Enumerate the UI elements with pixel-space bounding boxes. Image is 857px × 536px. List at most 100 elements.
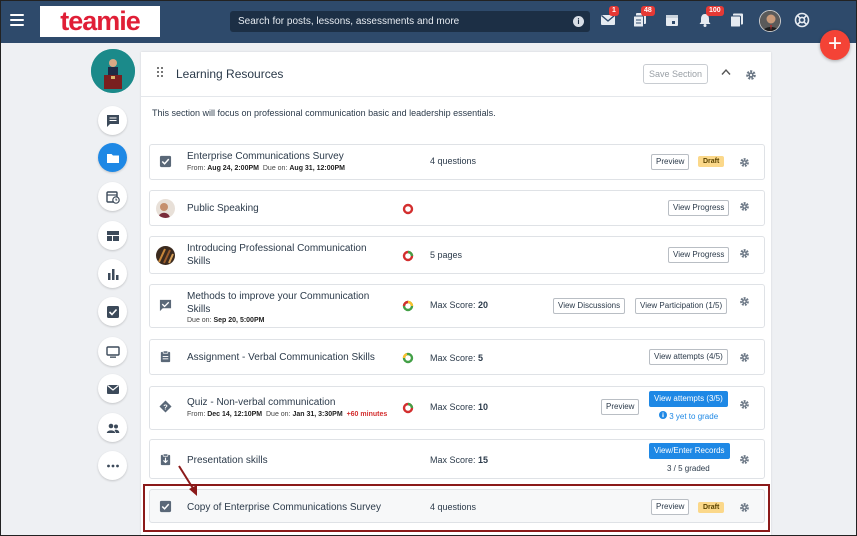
checkbox-icon [159,500,172,516]
resource-row[interactable]: Methods to improve your Communication Ski… [149,284,765,328]
sidebar-dashboard-button[interactable] [98,221,127,250]
resource-info: 5 pages [430,250,463,260]
view-enter-records-button[interactable]: View/Enter Records [649,443,730,459]
search-placeholder: Search for posts, lessons, assessments a… [238,16,460,27]
course-avatar[interactable] [91,49,135,93]
people-icon [106,423,119,433]
info-icon[interactable]: i [573,16,584,27]
teamie-logo[interactable]: teamie [40,6,160,37]
drag-handle-icon[interactable] [157,67,163,79]
graded-count: 3 / 5 graded [667,464,710,473]
resource-row[interactable]: Assignment - Verbal Communication Skills… [149,339,765,375]
resource-info: Max Score: 10 [430,402,489,412]
resource-title[interactable]: Copy of Enterprise Communications Survey [187,501,381,514]
sidebar-members-button[interactable] [98,413,127,442]
resource-row[interactable]: Presentation skills Max Score: 15 View/E… [149,439,765,479]
messages-badge: 1 [609,6,619,16]
library-icon[interactable] [729,12,745,28]
sidebar-classroom-button[interactable] [98,337,127,366]
preview-button[interactable]: Preview [601,399,640,415]
resource-info: Max Score: 5 [430,353,484,363]
resource-info: Max Score: 20 [430,300,489,310]
resource-row[interactable]: Enterprise Communications Survey From: A… [149,144,765,180]
chevron-up-icon[interactable] [721,68,731,76]
section-gear-icon[interactable] [745,69,757,84]
sidebar-more-button[interactable] [98,451,127,480]
view-progress-button[interactable]: View Progress [668,200,730,216]
sidebar-analytics-button[interactable] [98,259,127,288]
checkbox-icon [106,305,119,318]
assignment-icon [159,350,172,366]
row-gear-icon[interactable] [739,399,750,413]
row-gear-icon[interactable] [739,201,750,215]
sidebar-tasks-button[interactable] [98,297,127,326]
add-button[interactable]: + [820,30,850,60]
notifications-badge: 100 [706,6,724,16]
resource-thumbnail [156,199,175,218]
progress-ring-icon [402,352,414,367]
user-avatar[interactable] [759,10,781,32]
help-icon[interactable] [794,12,810,28]
menu-icon[interactable] [10,14,24,26]
progress-ring-icon [402,203,414,218]
info-icon [659,411,667,419]
preview-button[interactable]: Preview [651,499,690,515]
dashboard-icon [106,230,119,241]
posts-badge: 48 [641,6,655,16]
search-input[interactable]: Search for posts, lessons, assessments a… [230,11,590,32]
annotation-arrow-icon [175,463,203,502]
row-gear-icon[interactable] [739,248,750,262]
sidebar-messages-button[interactable] [98,374,127,403]
sidebar-schedule-button[interactable] [98,182,127,211]
view-discussions-button[interactable]: View Discussions [553,298,626,314]
save-section-button[interactable]: Save Section [643,64,708,84]
posts-icon[interactable]: 48 [632,6,655,28]
calendar-icon[interactable] [664,12,680,28]
view-progress-button[interactable]: View Progress [668,247,730,263]
logo-text: teamie [60,6,141,36]
learning-resources-panel: Learning Resources Save Section This sec… [141,52,771,536]
row-gear-icon[interactable] [739,296,750,310]
monitor-icon [105,345,120,358]
resource-info: 4 questions [430,502,477,512]
resource-title[interactable]: Introducing Professional Communication Sk… [187,242,367,268]
resource-info: 4 questions [430,156,477,166]
status-badge: Draft [698,156,725,167]
resource-title[interactable]: Enterprise Communications Survey [187,150,344,163]
view-participation-button[interactable]: View Participation (1/5) [635,298,728,314]
sidebar-resources-button[interactable] [98,143,127,172]
resource-row[interactable]: ? Quiz - Non-verbal communication From: … [149,386,765,430]
offline-assessment-icon [159,453,172,469]
resource-title[interactable]: Public Speaking [187,202,259,215]
sidebar-posts-button[interactable] [98,106,127,135]
resource-dates: Due on: Sep 20, 5:00PM [187,317,265,324]
row-gear-icon[interactable] [739,157,750,171]
progress-ring-icon [402,250,414,265]
row-gear-icon[interactable] [739,502,750,516]
resource-row-copy[interactable]: Copy of Enterprise Communications Survey… [149,489,765,523]
resource-thumbnail [156,246,175,265]
messages-icon[interactable]: 1 [600,6,619,28]
resource-title[interactable]: Methods to improve your Communication Ski… [187,290,369,316]
resource-row[interactable]: Public Speaking View Progress [149,190,765,226]
resource-dates: From: Dec 14, 12:10PM Due on: Jan 31, 3:… [187,411,388,418]
row-gear-icon[interactable] [739,352,750,366]
quiz-icon: ? [159,400,172,416]
preview-button[interactable]: Preview [651,154,690,170]
progress-ring-icon [402,300,414,315]
section-title: Learning Resources [176,67,284,81]
svg-text:?: ? [163,402,168,411]
view-attempts-button[interactable]: View attempts (3/5) [649,391,728,407]
resource-row[interactable]: Introducing Professional Communication Sk… [149,236,765,274]
notifications-icon[interactable]: 100 [697,6,724,28]
view-attempts-button[interactable]: View attempts (4/5) [649,349,728,365]
top-bar: teamie Search for posts, lessons, assess… [0,0,857,43]
row-gear-icon[interactable] [739,454,750,468]
folder-icon [106,153,119,163]
comment-icon [106,114,119,127]
mail-icon [106,384,119,394]
status-badge: Draft [698,502,725,513]
resource-title[interactable]: Assignment - Verbal Communication Skills [187,351,375,364]
resource-title[interactable]: Quiz - Non-verbal communication [187,396,335,409]
checkbox-icon [159,155,172,171]
